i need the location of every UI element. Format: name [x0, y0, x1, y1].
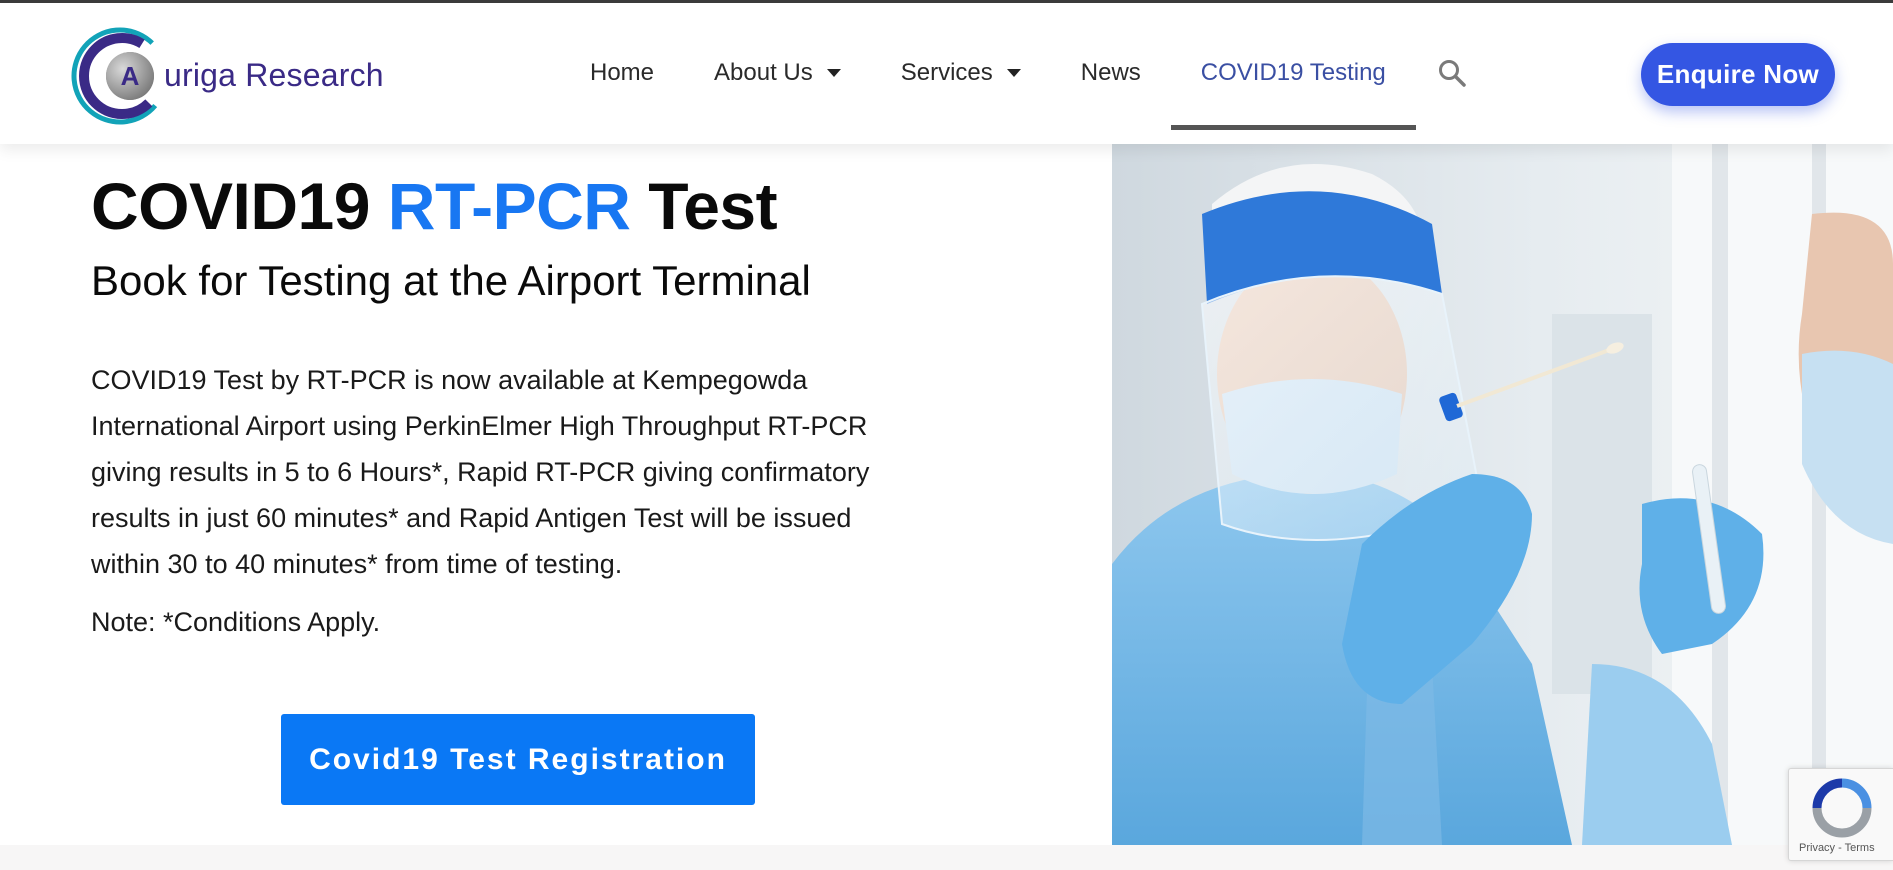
- nav-about-us-label: About Us: [714, 59, 813, 86]
- site-header: A uriga Research Home About Us Services …: [0, 3, 1893, 144]
- hero-photo: [1112, 144, 1893, 845]
- chevron-down-icon: [826, 69, 841, 77]
- swab-test-illustration: [1112, 144, 1893, 845]
- nav-news-label: News: [1080, 59, 1141, 86]
- hero-content: COVID19 RT-PCR Test Book for Testing at …: [91, 144, 991, 638]
- title-part-covid: COVID19: [91, 169, 388, 243]
- nav-home[interactable]: Home: [560, 23, 684, 123]
- enquire-now-button[interactable]: Enquire Now: [1641, 43, 1835, 106]
- auriga-logo-mark: A: [71, 27, 169, 124]
- nav-covid19-testing[interactable]: COVID19 Testing: [1170, 23, 1416, 130]
- section-divider: [0, 845, 1893, 870]
- conditions-note: Note: *Conditions Apply.: [91, 606, 381, 637]
- page-subtitle: Book for Testing at the Airport Terminal: [91, 256, 811, 304]
- recaptcha-badge[interactable]: Privacy - Terms: [1788, 768, 1893, 861]
- recaptcha-icon: [1812, 778, 1872, 838]
- title-part-rtpcr: RT-PCR: [387, 169, 631, 243]
- logo[interactable]: A uriga Research: [70, 23, 390, 128]
- hero-description: COVID19 Test by RT-PCR is now available …: [91, 364, 870, 579]
- nav-covid19-testing-label: COVID19 Testing: [1200, 59, 1386, 86]
- title-part-test: Test: [630, 169, 778, 243]
- page-title: COVID19 RT-PCR Test: [91, 170, 991, 243]
- recaptcha-terms[interactable]: Privacy - Terms: [1799, 842, 1875, 854]
- brand-name: uriga Research: [164, 57, 384, 93]
- nav-home-label: Home: [590, 59, 655, 86]
- nav-services[interactable]: Services: [871, 23, 1051, 123]
- search-icon[interactable]: [1432, 53, 1472, 93]
- chevron-down-icon: [1006, 69, 1021, 77]
- covid19-test-registration-button[interactable]: Covid19 Test Registration: [281, 714, 755, 805]
- logo-letter: A: [121, 61, 140, 91]
- nav-about-us[interactable]: About Us: [684, 23, 871, 123]
- nav-services-label: Services: [900, 59, 993, 86]
- nav-news[interactable]: News: [1051, 23, 1171, 123]
- main-nav: Home About Us Services News COVID19 Test…: [560, 23, 1472, 130]
